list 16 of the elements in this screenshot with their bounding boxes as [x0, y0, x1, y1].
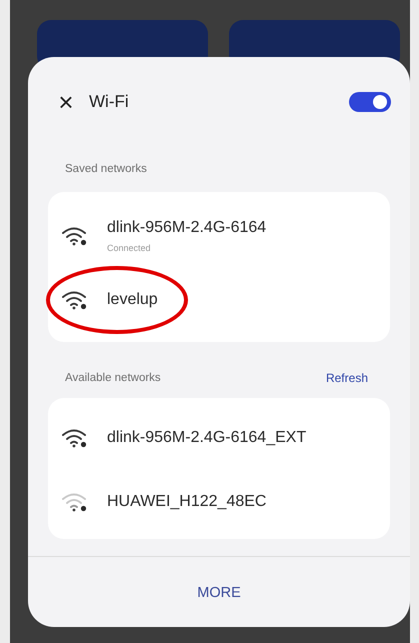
more-button[interactable]: MORE	[159, 573, 279, 613]
network-name: HUAWEI_H122_48EC	[107, 493, 266, 511]
network-name: levelup	[107, 291, 158, 309]
network-name: dlink-956M-2.4G-6164_EXT	[107, 429, 306, 447]
wifi-toggle[interactable]	[349, 92, 391, 112]
network-item[interactable]: dlink-956M-2.4G-6164_EXT	[48, 406, 390, 470]
network-status: Connected	[107, 243, 152, 253]
wifi-title: Wi-Fi	[89, 92, 130, 112]
network-item[interactable]: levelup	[48, 268, 390, 332]
section-label: Saved networks	[65, 163, 147, 175]
section-label: Available networks	[65, 372, 161, 384]
network-item[interactable]: dlink-956M-2.4G-6164 Connected	[48, 204, 390, 268]
network-name: dlink-956M-2.4G-6164	[107, 219, 266, 237]
close-button[interactable]: ×	[57, 87, 75, 117]
network-item[interactable]: HUAWEI_H122_48EC	[48, 470, 390, 534]
refresh-link[interactable]: Refresh	[326, 371, 368, 385]
